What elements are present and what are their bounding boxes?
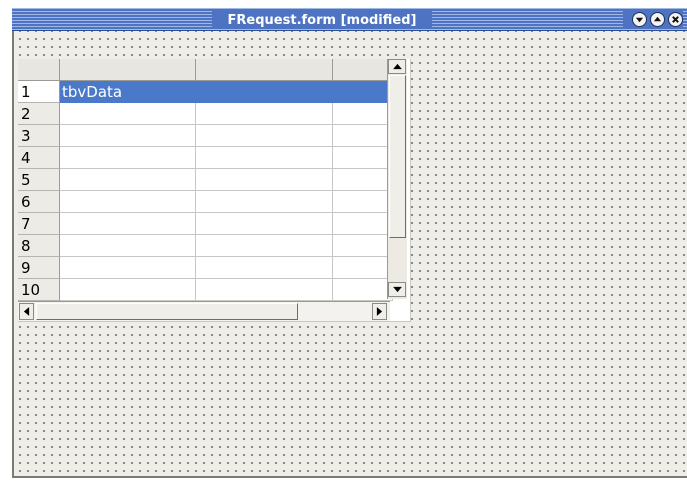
form-canvas[interactable]: 1 tbvData 2 3 4 5 6 7 8 9 10	[12, 31, 687, 478]
table-cell[interactable]	[333, 235, 393, 257]
maximize-icon[interactable]	[650, 11, 665, 27]
table-cell[interactable]	[60, 213, 196, 235]
table-cell[interactable]	[60, 125, 196, 147]
table-cell[interactable]	[196, 169, 333, 191]
table-cell[interactable]	[60, 279, 196, 301]
row-header[interactable]: 4	[18, 147, 60, 169]
table-row[interactable]: 2	[18, 103, 398, 125]
row-header[interactable]: 8	[18, 235, 60, 257]
row-header[interactable]: 3	[18, 125, 60, 147]
table-cell[interactable]	[60, 147, 196, 169]
column-header[interactable]	[333, 59, 393, 81]
scroll-up-icon[interactable]	[388, 59, 406, 74]
vertical-scrollbar[interactable]	[387, 59, 407, 299]
scroll-down-icon[interactable]	[388, 282, 406, 297]
table-row[interactable]: 10	[18, 279, 398, 301]
row-header[interactable]: 7	[18, 213, 60, 235]
table-cell[interactable]	[196, 147, 333, 169]
window-controls	[623, 11, 683, 27]
table-row[interactable]: 4	[18, 147, 398, 169]
table-cell[interactable]	[333, 147, 393, 169]
table-row[interactable]: 8	[18, 235, 398, 257]
table-cell[interactable]	[196, 81, 333, 103]
table-cell[interactable]	[333, 257, 393, 279]
row-header[interactable]: 9	[18, 257, 60, 279]
table-corner[interactable]	[18, 59, 60, 81]
tbvData-table[interactable]: 1 tbvData 2 3 4 5 6 7 8 9 10	[18, 59, 411, 322]
vertical-scroll-thumb[interactable]	[389, 75, 406, 238]
table-row[interactable]: 9	[18, 257, 398, 279]
table-cell[interactable]: tbvData	[60, 81, 196, 103]
table-cell[interactable]	[333, 81, 393, 103]
table-cell[interactable]	[333, 103, 393, 125]
form-designer-window: FRequest.form [modified] 1 tbvData 2 3 4 5 6 7 8…	[12, 8, 687, 478]
column-header[interactable]	[60, 59, 196, 81]
table-row[interactable]: 7	[18, 213, 398, 235]
row-header[interactable]: 6	[18, 191, 60, 213]
table-cell[interactable]	[333, 279, 393, 301]
table-cell[interactable]	[196, 125, 333, 147]
close-icon[interactable]	[668, 11, 683, 27]
title-bar[interactable]: FRequest.form [modified]	[12, 8, 687, 31]
table-row[interactable]: 1 tbvData	[18, 81, 398, 103]
table-cell[interactable]	[333, 169, 393, 191]
table-row[interactable]: 5	[18, 169, 398, 191]
table-cell[interactable]	[196, 257, 333, 279]
row-header[interactable]: 10	[18, 279, 60, 301]
table-cell[interactable]	[60, 235, 196, 257]
table-cell[interactable]	[196, 213, 333, 235]
window-title: FRequest.form [modified]	[227, 13, 417, 28]
row-header[interactable]: 1	[18, 81, 60, 103]
table-cell[interactable]	[333, 213, 393, 235]
column-header[interactable]	[196, 59, 333, 81]
row-header[interactable]: 5	[18, 169, 60, 191]
table-cell[interactable]	[196, 235, 333, 257]
horizontal-scroll-thumb[interactable]	[36, 303, 298, 320]
scroll-right-icon[interactable]	[372, 303, 387, 320]
table-row[interactable]: 3	[18, 125, 398, 147]
table-cell[interactable]	[333, 125, 393, 147]
table-cell[interactable]	[196, 191, 333, 213]
table-cell[interactable]	[333, 191, 393, 213]
title-label-container: FRequest.form [modified]	[212, 9, 432, 29]
column-header-row	[18, 59, 410, 81]
table-cell[interactable]	[60, 103, 196, 125]
table-cell[interactable]	[60, 191, 196, 213]
horizontal-scrollbar[interactable]	[18, 301, 390, 321]
minimize-icon[interactable]	[632, 11, 647, 27]
table-cell[interactable]	[196, 103, 333, 125]
table-cell[interactable]	[60, 169, 196, 191]
table-cell[interactable]	[60, 257, 196, 279]
table-row[interactable]: 6	[18, 191, 398, 213]
row-header[interactable]: 2	[18, 103, 60, 125]
table-cell[interactable]	[196, 279, 333, 301]
scroll-left-icon[interactable]	[19, 303, 34, 320]
